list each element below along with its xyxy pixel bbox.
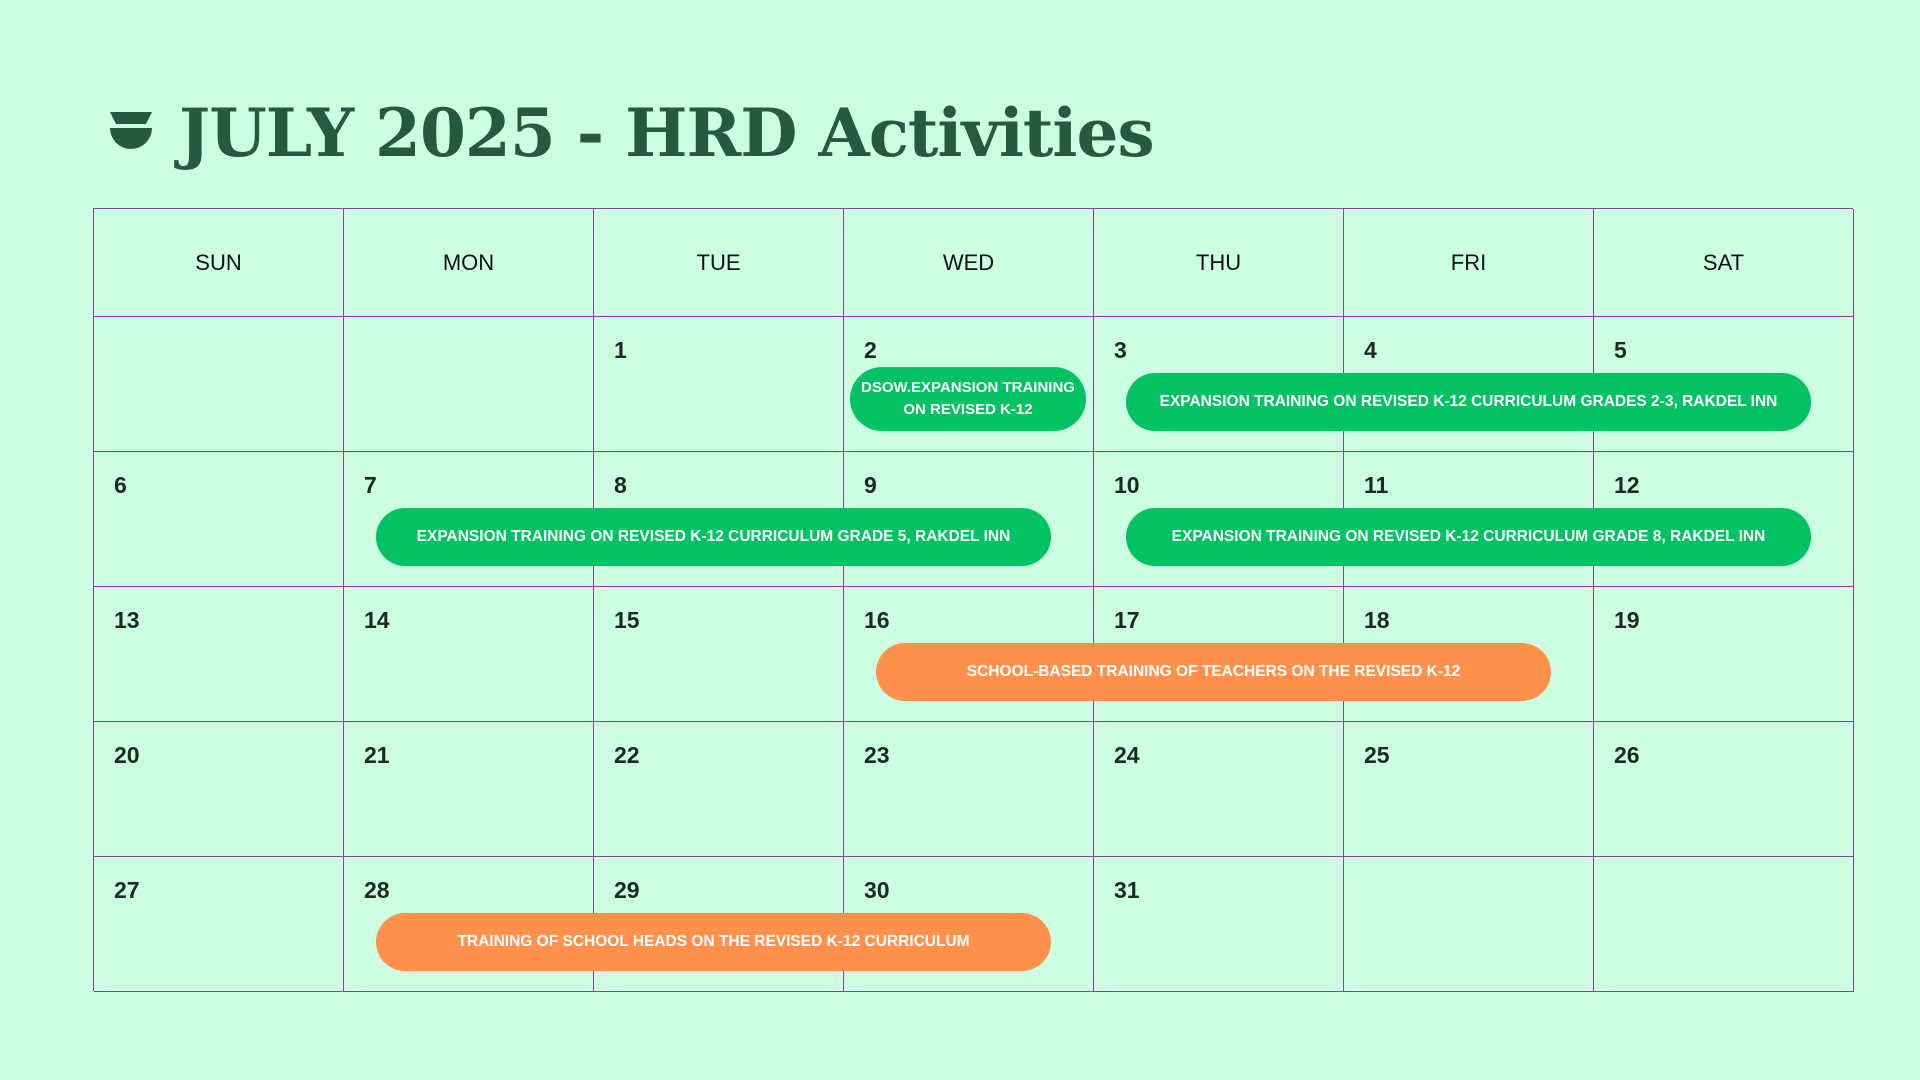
day-number: 27 <box>114 877 140 903</box>
day-cell-21[interactable]: 21 <box>344 722 594 857</box>
day-number: 6 <box>114 472 127 498</box>
weekday-header-mon: MON <box>344 209 594 317</box>
day-number: 18 <box>1364 607 1390 633</box>
day-number: 24 <box>1114 742 1140 768</box>
day-number: 28 <box>364 877 390 903</box>
weekday-header-sat: SAT <box>1594 209 1854 317</box>
day-cell-19[interactable]: 19 <box>1594 587 1854 722</box>
day-number: 10 <box>1114 472 1140 498</box>
day-number: 17 <box>1114 607 1140 633</box>
day-cell-23[interactable]: 23 <box>844 722 1094 857</box>
day-number: 25 <box>1364 742 1390 768</box>
day-number: 3 <box>1114 337 1127 363</box>
weekday-header-sun: SUN <box>94 209 344 317</box>
day-number: 7 <box>364 472 377 498</box>
day-number: 31 <box>1114 877 1140 903</box>
day-cell-24[interactable]: 24 <box>1094 722 1344 857</box>
day-cell-1[interactable]: 1 <box>594 317 844 452</box>
day-number: 12 <box>1614 472 1640 498</box>
page-header: JULY 2025 - HRD Activities <box>107 88 1155 178</box>
day-number: 1 <box>614 337 627 363</box>
day-cell-13[interactable]: 13 <box>94 587 344 722</box>
day-number: 5 <box>1614 337 1627 363</box>
weekday-header-fri: FRI <box>1344 209 1594 317</box>
day-number: 4 <box>1364 337 1377 363</box>
weekday-header-tue: TUE <box>594 209 844 317</box>
event-bar[interactable]: EXPANSION TRAINING ON REVISED K-12 CURRI… <box>1126 373 1811 431</box>
calendar-grid: SUN MON TUE WED THU FRI SAT 1 2 3 4 5 6 7 8 9 10 11 12 13 14… <box>93 208 1854 992</box>
day-number: 19 <box>1614 607 1640 633</box>
day-cell-20[interactable]: 20 <box>94 722 344 857</box>
day-number: 23 <box>864 742 890 768</box>
empty-day-cell <box>344 317 594 452</box>
day-cell-26[interactable]: 26 <box>1594 722 1854 857</box>
day-cell-6[interactable]: 6 <box>94 452 344 587</box>
empty-day-cell <box>1344 857 1594 992</box>
day-number: 16 <box>864 607 890 633</box>
day-number: 14 <box>364 607 390 633</box>
day-number: 30 <box>864 877 890 903</box>
day-number: 8 <box>614 472 627 498</box>
day-number: 20 <box>114 742 140 768</box>
bowl-icon <box>110 112 152 149</box>
day-number: 15 <box>614 607 640 633</box>
empty-day-cell <box>1594 857 1854 992</box>
event-bar[interactable]: EXPANSION TRAINING ON REVISED K-12 CURRI… <box>1126 508 1811 566</box>
day-number: 9 <box>864 472 877 498</box>
day-number: 21 <box>364 742 390 768</box>
event-bar[interactable]: SCHOOL-BASED TRAINING OF TEACHERS ON THE… <box>876 643 1551 701</box>
day-cell-14[interactable]: 14 <box>344 587 594 722</box>
day-cell-31[interactable]: 31 <box>1094 857 1344 992</box>
day-cell-22[interactable]: 22 <box>594 722 844 857</box>
day-cell-25[interactable]: 25 <box>1344 722 1594 857</box>
event-bar[interactable]: DSOW.EXPANSION TRAINING ON REVISED K-12 <box>850 367 1086 431</box>
event-bar[interactable]: TRAINING OF SCHOOL HEADS ON THE REVISED … <box>376 913 1051 971</box>
day-number: 29 <box>614 877 640 903</box>
day-cell-27[interactable]: 27 <box>94 857 344 992</box>
day-cell-15[interactable]: 15 <box>594 587 844 722</box>
day-number: 26 <box>1614 742 1640 768</box>
day-number: 11 <box>1364 472 1389 498</box>
event-bar[interactable]: EXPANSION TRAINING ON REVISED K-12 CURRI… <box>376 508 1051 566</box>
weekday-header-wed: WED <box>844 209 1094 317</box>
weekday-header-thu: THU <box>1094 209 1344 317</box>
day-number: 22 <box>614 742 640 768</box>
day-number: 2 <box>864 337 877 363</box>
day-number: 13 <box>114 607 140 633</box>
empty-day-cell <box>94 317 344 452</box>
page-title: JULY 2025 - HRD Activities <box>179 94 1155 172</box>
